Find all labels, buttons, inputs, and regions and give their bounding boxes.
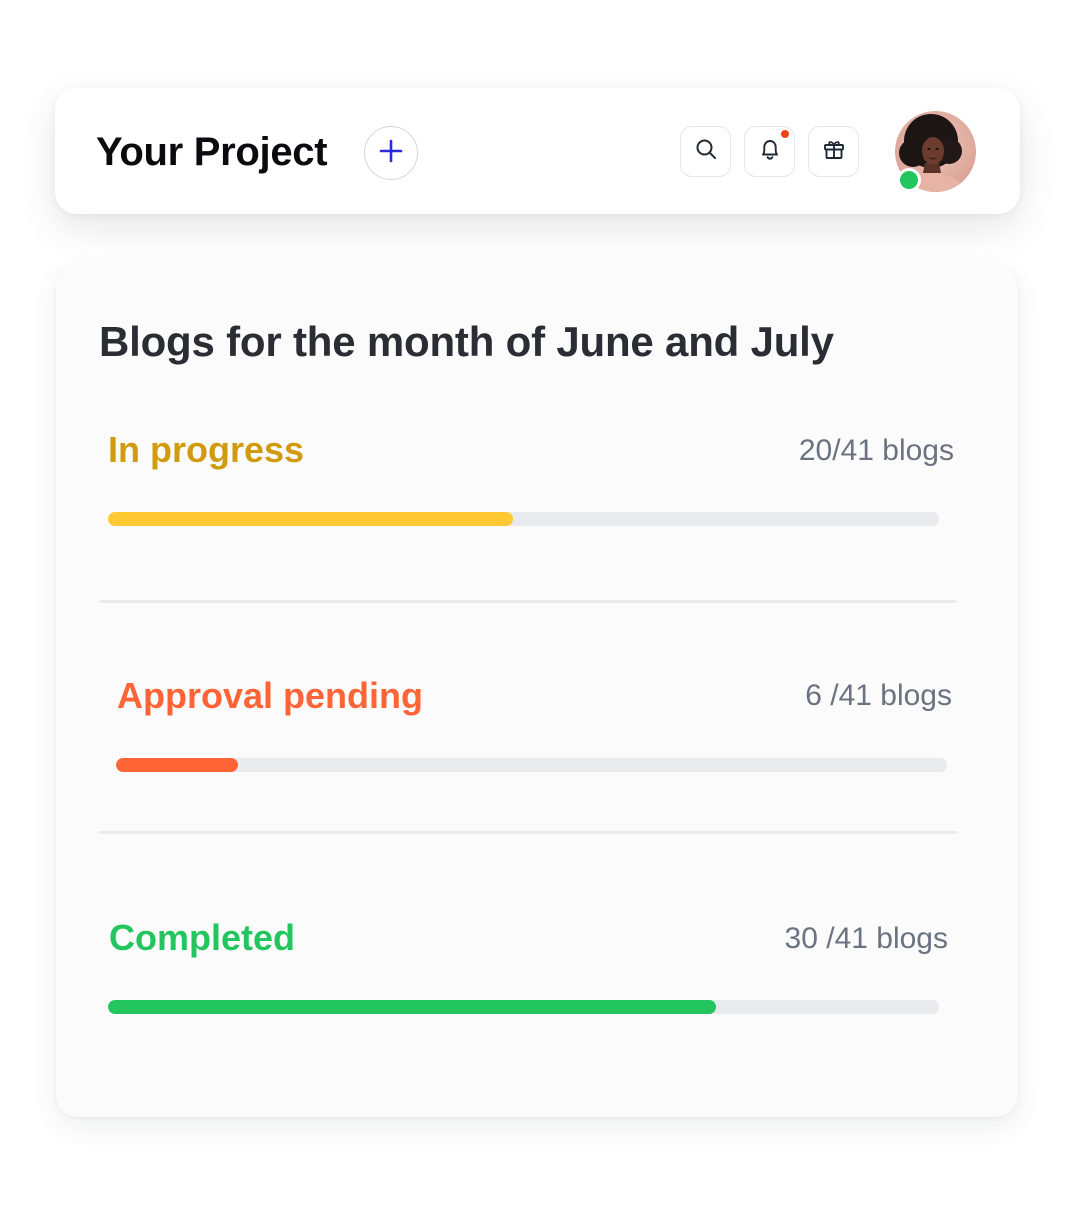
card-title: Blogs for the month of June and July bbox=[99, 318, 834, 365]
status-count-approval-pending: 6 /41 blogs bbox=[805, 679, 952, 712]
status-label-in-progress: In progress bbox=[108, 429, 305, 470]
divider bbox=[99, 600, 957, 603]
progress-track-completed bbox=[108, 1000, 939, 1014]
status-count-completed: 30 /41 blogs bbox=[784, 922, 948, 955]
notification-badge bbox=[780, 129, 790, 139]
gift-button[interactable] bbox=[808, 126, 859, 177]
blog-status-card: Blogs for the month of June and July In … bbox=[56, 265, 1018, 1117]
plus-icon bbox=[378, 138, 404, 169]
progress-fill-in-progress bbox=[108, 512, 514, 526]
progress-track-approval-pending bbox=[116, 758, 947, 772]
online-status-indicator bbox=[897, 168, 921, 192]
progress-fill-completed bbox=[108, 1000, 717, 1014]
divider bbox=[99, 831, 957, 834]
header-bar: Your Project bbox=[55, 88, 1020, 214]
status-count-in-progress: 20/41 blogs bbox=[798, 434, 954, 467]
notifications-button[interactable] bbox=[744, 126, 795, 177]
progress-fill-approval-pending bbox=[116, 758, 238, 772]
progress-track-in-progress bbox=[108, 512, 939, 526]
bell-icon bbox=[757, 136, 783, 167]
gift-icon bbox=[821, 136, 847, 167]
project-title: Your Project bbox=[96, 130, 328, 174]
add-project-button[interactable] bbox=[364, 126, 418, 180]
status-label-completed: Completed bbox=[109, 917, 296, 958]
status-label-approval-pending: Approval pending bbox=[117, 675, 423, 716]
search-icon bbox=[694, 137, 718, 166]
search-button[interactable] bbox=[680, 126, 731, 177]
